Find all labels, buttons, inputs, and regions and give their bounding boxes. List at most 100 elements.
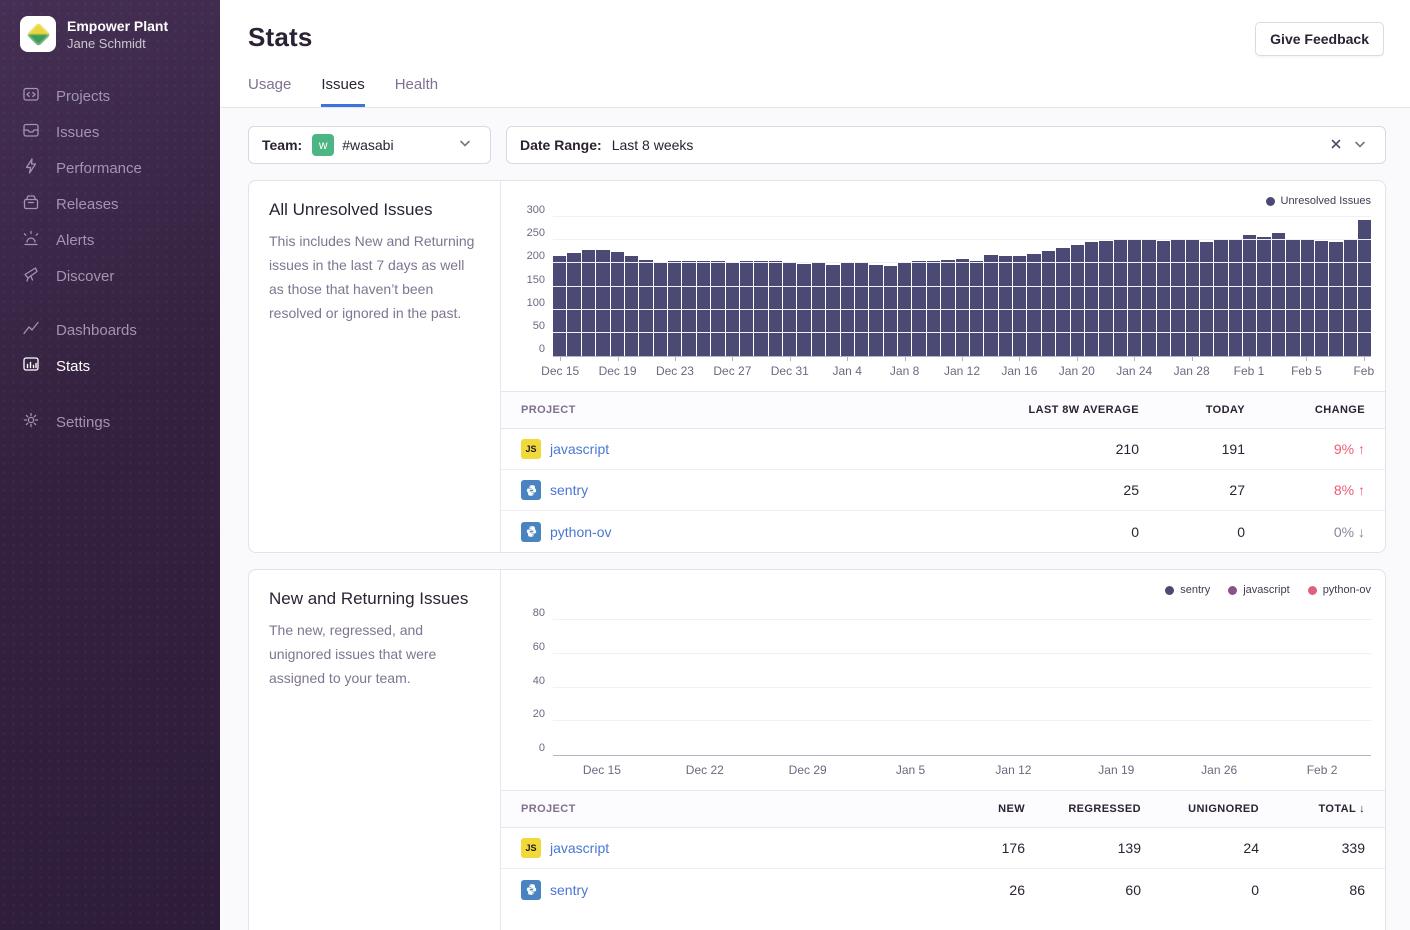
main-content: Stats Give Feedback Usage Issues Health … xyxy=(220,0,1410,930)
chart-bar xyxy=(884,266,897,356)
column-header[interactable]: CHANGE xyxy=(1245,404,1365,416)
chart-bar xyxy=(1142,240,1155,356)
sidebar-item-settings[interactable]: Settings xyxy=(0,404,220,440)
org-logo-icon xyxy=(20,16,56,52)
page-header: Stats Give Feedback Usage Issues Health xyxy=(220,0,1410,108)
discover-icon xyxy=(22,265,40,287)
column-header[interactable]: PROJECT xyxy=(521,404,963,416)
column-header[interactable]: PROJECT xyxy=(521,803,923,815)
table-cell: 0 xyxy=(1141,882,1259,898)
change-cell: 0% ↓ xyxy=(1245,524,1365,540)
date-range-label: Date Range: xyxy=(520,137,602,153)
x-tick-label: Jan 4 xyxy=(833,364,862,378)
tab-health[interactable]: Health xyxy=(395,76,438,107)
page-title: Stats xyxy=(248,22,313,53)
team-label: Team: xyxy=(262,137,302,153)
table-cell: 191 xyxy=(1139,441,1245,457)
projects-icon xyxy=(22,85,40,107)
x-tick-label: Dec 23 xyxy=(656,364,694,378)
legend-item-sentry: sentry xyxy=(1165,584,1210,596)
panel-description: This includes New and Returning issues i… xyxy=(269,229,480,325)
chart-bar xyxy=(582,250,595,356)
x-tick-label: Feb 2 xyxy=(1273,756,1371,782)
project-link[interactable]: javascript xyxy=(550,840,609,856)
project-link[interactable]: javascript xyxy=(550,441,609,457)
javascript-platform-icon: JS xyxy=(521,838,541,858)
chart-bar xyxy=(1099,241,1112,356)
table-header-row: PROJECTLAST 8W AVERAGETODAYCHANGE xyxy=(501,392,1385,429)
date-range-select[interactable]: Date Range: Last 8 weeks xyxy=(506,126,1386,164)
x-tick-label: Jan 28 xyxy=(1174,364,1210,378)
column-header[interactable]: TODAY xyxy=(1139,404,1245,416)
python-platform-icon xyxy=(521,522,541,542)
sidebar-item-projects[interactable]: Projects xyxy=(0,78,220,114)
team-select[interactable]: Team: w #wasabi xyxy=(248,126,491,164)
settings-icon xyxy=(22,411,40,433)
table-cell: 26 xyxy=(923,882,1025,898)
give-feedback-button[interactable]: Give Feedback xyxy=(1255,22,1384,56)
table-header-row: PROJECTNEWREGRESSEDUNIGNOREDTOTAL↓ xyxy=(501,791,1385,828)
chart-bar xyxy=(625,256,638,356)
change-cell: 9% ↑ xyxy=(1245,441,1365,457)
sidebar-item-label: Settings xyxy=(56,414,110,431)
org-switcher[interactable]: Empower Plant Jane Schmidt xyxy=(0,0,220,52)
panel-description: The new, regressed, and unignored issues… xyxy=(269,618,480,690)
sidebar-item-label: Issues xyxy=(56,124,99,141)
x-tick-label: Jan 16 xyxy=(1001,364,1037,378)
project-link[interactable]: sentry xyxy=(550,482,588,498)
chart-bar xyxy=(1272,233,1285,356)
new-returning-chart: sentryjavascriptpython-ov 020406080 Dec … xyxy=(501,570,1385,782)
clear-date-icon[interactable] xyxy=(1324,135,1348,156)
python-platform-icon xyxy=(521,480,541,500)
chart-bar xyxy=(1085,242,1098,356)
table-row: sentry25278% ↑ xyxy=(501,470,1385,511)
table-cell: 25 xyxy=(963,482,1139,498)
x-tick-label: Dec 15 xyxy=(553,756,651,782)
column-header[interactable]: UNIGNORED xyxy=(1141,803,1259,815)
sidebar-item-performance[interactable]: Performance xyxy=(0,150,220,186)
table-cell: 86 xyxy=(1259,882,1365,898)
sidebar-item-releases[interactable]: Releases xyxy=(0,186,220,222)
x-tick-label: Feb 5 xyxy=(1291,364,1322,378)
x-tick-label: Dec 15 xyxy=(541,364,579,378)
chart-bar xyxy=(611,252,624,356)
x-tick-label: Dec 22 xyxy=(656,756,754,782)
sidebar-item-alerts[interactable]: Alerts xyxy=(0,222,220,258)
x-tick-label: Jan 8 xyxy=(890,364,919,378)
chart-x-axis: Dec 15Dec 19Dec 23Dec 27Dec 31Jan 4Jan 8… xyxy=(553,357,1371,383)
sidebar-item-dashboards[interactable]: Dashboards xyxy=(0,312,220,348)
releases-icon xyxy=(22,193,40,215)
sidebar-item-label: Stats xyxy=(56,358,90,375)
legend-label: sentry xyxy=(1180,584,1210,596)
chart-legend: sentryjavascriptpython-ov xyxy=(507,582,1371,598)
column-header[interactable]: NEW xyxy=(923,803,1025,815)
x-tick-label: Jan 20 xyxy=(1059,364,1095,378)
column-header[interactable]: REGRESSED xyxy=(1025,803,1141,815)
chart-bar xyxy=(1200,242,1213,356)
chart-y-axis: 050100150200250300 xyxy=(507,217,545,356)
column-header[interactable]: LAST 8W AVERAGE xyxy=(963,404,1139,416)
chevron-down-icon xyxy=(453,134,477,157)
change-cell: 8% ↑ xyxy=(1245,482,1365,498)
chart-bar xyxy=(1214,240,1227,356)
y-tick-label: 250 xyxy=(527,227,545,239)
y-tick-label: 300 xyxy=(527,204,545,216)
sidebar-item-discover[interactable]: Discover xyxy=(0,258,220,294)
sort-desc-icon: ↓ xyxy=(1359,803,1365,815)
sidebar-item-stats[interactable]: Stats xyxy=(0,348,220,384)
x-tick-label: Dec 31 xyxy=(771,364,809,378)
sidebar-item-issues[interactable]: Issues xyxy=(0,114,220,150)
legend-label: python-ov xyxy=(1323,584,1371,596)
chart-bar xyxy=(1027,254,1040,356)
panel-title: All Unresolved Issues xyxy=(269,200,480,220)
chart-bar xyxy=(984,255,997,356)
chart-y-axis: 020406080 xyxy=(507,620,545,755)
tab-usage[interactable]: Usage xyxy=(248,76,291,107)
legend-dot xyxy=(1308,586,1317,595)
project-link[interactable]: python-ov xyxy=(550,524,611,540)
chevron-down-icon[interactable] xyxy=(1348,135,1372,156)
tab-issues[interactable]: Issues xyxy=(321,76,364,107)
x-tick-label: Jan 24 xyxy=(1116,364,1152,378)
project-link[interactable]: sentry xyxy=(550,882,588,898)
column-header[interactable]: TOTAL↓ xyxy=(1259,803,1365,815)
